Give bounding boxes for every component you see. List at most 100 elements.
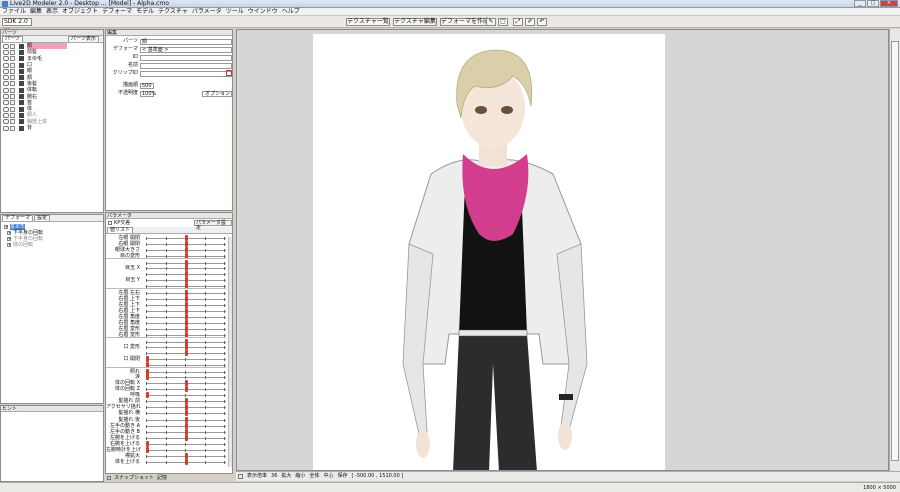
canvas-scroll-thumb[interactable]: [891, 41, 899, 461]
eye-icon[interactable]: [3, 62, 9, 68]
lock-icon[interactable]: [10, 119, 15, 125]
part-color-swatch: [19, 119, 24, 125]
sdk-select[interactable]: SDK 2.0 ...: [2, 18, 32, 31]
property-input[interactable]: [140, 63, 232, 69]
canvas-area[interactable]: [236, 29, 889, 471]
lock-icon[interactable]: [10, 125, 15, 131]
parameter-slider-knob[interactable]: [185, 458, 188, 465]
menu-window[interactable]: ウインドウ: [248, 8, 278, 15]
minimize-button[interactable]: _: [854, 0, 866, 7]
pen-tool-icon[interactable]: ✎: [486, 18, 496, 26]
fit-all-button[interactable]: 全体: [309, 472, 319, 481]
eye-icon[interactable]: [3, 106, 9, 112]
lock-icon[interactable]: [10, 112, 15, 118]
eye-icon[interactable]: [3, 119, 9, 125]
parameter-settings-button[interactable]: パラメータ設定: [194, 220, 232, 231]
part-color-swatch: [19, 112, 24, 118]
property-input[interactable]: [140, 71, 232, 77]
draw-order-input[interactable]: 500: [140, 83, 154, 89]
parameter-slider-track[interactable]: [146, 449, 226, 451]
menu-object[interactable]: オブジェクト: [62, 8, 98, 15]
part-name: 胸部上体: [27, 118, 48, 125]
menu-file[interactable]: ファイル: [2, 8, 26, 15]
tab-value-list[interactable]: 値リスト: [107, 227, 134, 233]
bend-tool-icon[interactable]: ↶: [537, 18, 547, 26]
tab-parts-display[interactable]: パーツ表示: [67, 36, 99, 42]
canvas-vertical-scrollbar[interactable]: [889, 29, 900, 471]
eye-icon[interactable]: [3, 49, 9, 55]
parameters-scrollbar[interactable]: [228, 237, 232, 467]
close-button[interactable]: ×: [880, 0, 898, 7]
lock-icon[interactable]: [10, 81, 15, 87]
texture-edit-button[interactable]: テクスチャ編集: [393, 18, 437, 26]
lock-icon[interactable]: [10, 106, 15, 112]
expand-icon[interactable]: +: [7, 231, 11, 235]
lock-icon[interactable]: [10, 56, 15, 62]
clip-clear-icon[interactable]: [226, 70, 232, 76]
eye-icon[interactable]: [3, 43, 9, 49]
save-view-button[interactable]: 保存: [337, 472, 347, 481]
zoom-value[interactable]: 36: [271, 472, 277, 481]
deformer-tree-item[interactable]: + 体の回転: [1, 242, 103, 248]
expand-icon[interactable]: +: [7, 243, 11, 247]
parameters-list: 左眼 開閉 右眼 開閉 眼球大きさ 目の変形 目玉 X 目玉 Y 左眉 左右 右眉 上下 左眉 …: [106, 234, 232, 465]
eye-icon[interactable]: [3, 56, 9, 62]
tab-deformer[interactable]: デフォーマ: [2, 215, 34, 221]
property-input[interactable]: < 基準面 >: [140, 47, 232, 53]
lock-icon[interactable]: [10, 49, 15, 55]
eye-icon[interactable]: [3, 81, 9, 87]
canvas-option-checkbox[interactable]: [238, 474, 243, 479]
transform-tool-icon[interactable]: ⤢: [513, 18, 523, 26]
parameter-slider-track[interactable]: [146, 377, 226, 379]
parameters-tabs: 値リスト: [106, 227, 232, 234]
menu-edit[interactable]: 編集: [30, 8, 42, 15]
create-deformer-button[interactable]: デフォーマを作成: [440, 18, 489, 26]
parameter-slider-track[interactable]: [146, 395, 226, 397]
menu-model[interactable]: モデル: [136, 8, 154, 15]
menu-texture[interactable]: テクスチャ: [158, 8, 188, 15]
menu-deformer[interactable]: デフォーマ: [102, 8, 132, 15]
zoom-out-button[interactable]: 縮小: [295, 472, 305, 481]
expand-icon[interactable]: +: [4, 225, 8, 229]
menu-view[interactable]: 表示: [46, 8, 58, 15]
mesh-tool-icon[interactable]: ✐: [525, 18, 535, 26]
lock-icon[interactable]: [10, 100, 15, 106]
eye-icon[interactable]: [3, 94, 9, 100]
kp-checkbox[interactable]: [108, 221, 112, 225]
lock-icon[interactable]: [10, 94, 15, 100]
lock-icon[interactable]: [10, 43, 15, 49]
menu-parameter[interactable]: パラメータ: [192, 8, 222, 15]
lock-icon[interactable]: [10, 87, 15, 93]
property-input[interactable]: 顔: [140, 39, 232, 45]
eye-icon[interactable]: [3, 112, 9, 118]
snapshot-checkbox[interactable]: [107, 476, 111, 480]
tab-parts[interactable]: パーツ: [2, 36, 23, 42]
option-button[interactable]: オプション: [202, 91, 232, 97]
lock-icon[interactable]: [10, 75, 15, 81]
parameter-slider-track[interactable]: [146, 365, 226, 367]
eye-icon[interactable]: [3, 87, 9, 93]
eye-icon[interactable]: [3, 68, 9, 74]
menu-help[interactable]: ヘルプ: [282, 8, 300, 15]
eye-icon[interactable]: [3, 100, 9, 106]
property-input[interactable]: [140, 55, 232, 61]
center-button[interactable]: 中心: [323, 472, 333, 481]
frame-tool-icon[interactable]: ▢: [498, 18, 508, 26]
parts-list-item[interactable]: 背: [1, 125, 103, 131]
zoom-in-button[interactable]: 拡大: [281, 472, 291, 481]
tab-settings[interactable]: 設定: [34, 215, 51, 221]
parameter-slider-track[interactable]: [146, 359, 226, 360]
eye-icon[interactable]: [3, 125, 9, 131]
canvas-paper: [313, 34, 665, 470]
parts-list: 顔前髪 まゆ毛口眼顔後髪 体転 腕右首体胴人 胸部上体背: [1, 43, 103, 131]
texture-list-button[interactable]: テクスチャ一覧: [346, 18, 390, 26]
deformer-panel: デフォーマ 設定 + 基本形 + 下半身の回転 + 下半身の回転 + 体の回転: [0, 214, 104, 404]
maximize-button[interactable]: □: [867, 0, 879, 7]
parameter-slider-track[interactable]: [146, 443, 226, 445]
menu-tools[interactable]: ツール: [226, 8, 244, 15]
lock-icon[interactable]: [10, 62, 15, 68]
lock-icon[interactable]: [10, 68, 15, 74]
eye-icon[interactable]: [3, 75, 9, 81]
opacity-input[interactable]: 100%: [140, 91, 156, 97]
expand-icon[interactable]: +: [7, 237, 11, 241]
